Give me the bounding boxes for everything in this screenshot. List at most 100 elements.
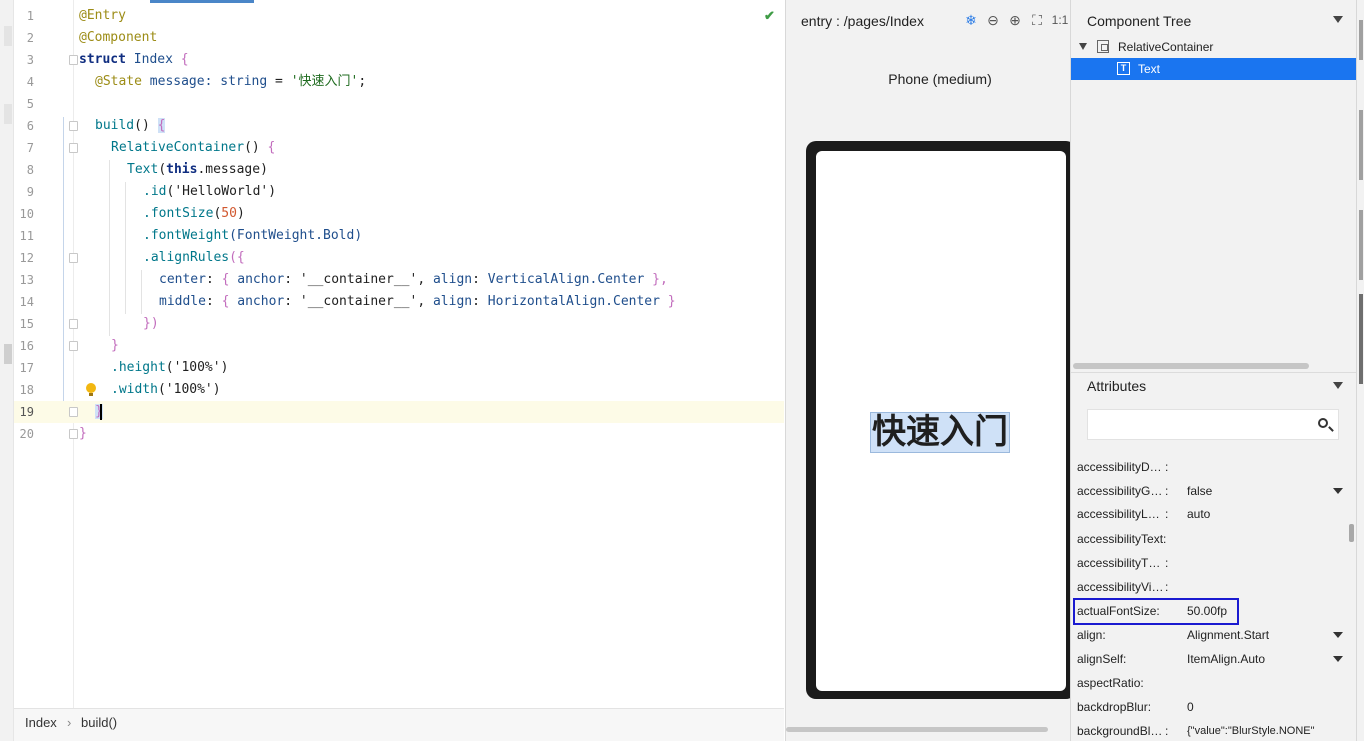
- attribute-value[interactable]: Alignment.Start: [1187, 623, 1269, 647]
- attribute-row[interactable]: align: Alignment.Start: [1071, 623, 1357, 647]
- code-editor[interactable]: ✔ 1 @Entry 2 @Component 3 struct Index {…: [14, 0, 784, 708]
- text-cursor: [100, 404, 102, 420]
- attribute-row[interactable]: accessibilityVi… :: [1071, 575, 1357, 599]
- code-line[interactable]: 5: [14, 93, 784, 115]
- lightbulb-icon[interactable]: [86, 383, 96, 397]
- fold-toggle-icon[interactable]: [69, 407, 78, 417]
- chevron-down-icon[interactable]: [1333, 16, 1343, 23]
- code-line[interactable]: 17 .height('100%'): [14, 357, 784, 379]
- strip-marker[interactable]: [1359, 110, 1363, 180]
- code-text: }: [79, 426, 87, 441]
- code-line[interactable]: 18 .width('100%'): [14, 379, 784, 401]
- line-number: 5: [26, 97, 34, 111]
- fold-toggle-icon[interactable]: [69, 253, 78, 263]
- code-text: .alignRules({: [143, 250, 245, 265]
- fit-screen-icon[interactable]: ⛶: [1029, 12, 1045, 28]
- tree-node-label: Text: [1138, 62, 1161, 76]
- fold-toggle-icon[interactable]: [69, 319, 78, 329]
- left-tool-strip: [0, 0, 14, 741]
- attributes-scrollbar[interactable]: [1349, 524, 1354, 542]
- attribute-row[interactable]: accessibilityText:: [1071, 527, 1357, 551]
- horizontal-scrollbar[interactable]: [786, 727, 1048, 732]
- code-text: .fontSize(50): [143, 206, 245, 221]
- fold-toggle-icon[interactable]: [69, 429, 78, 439]
- dropdown-arrow-icon[interactable]: [1333, 656, 1343, 662]
- attribute-row[interactable]: accessibilityD… :: [1071, 455, 1357, 479]
- freeze-icon[interactable]: ❄: [963, 12, 979, 28]
- code-line[interactable]: 20 }: [14, 423, 784, 445]
- code-text: @Component: [79, 30, 158, 45]
- code-line-current[interactable]: 19 }: [14, 401, 784, 423]
- active-tab-indicator: [150, 0, 254, 3]
- fold-toggle-icon[interactable]: [69, 143, 78, 153]
- attribute-key: accessibilityText:: [1077, 532, 1167, 546]
- code-line[interactable]: 16 }: [14, 335, 784, 357]
- code-line[interactable]: 13 center: { anchor: '__container__', al…: [14, 269, 784, 291]
- zoom-in-icon[interactable]: ⊕: [1007, 12, 1023, 28]
- code-line[interactable]: 14 middle: { anchor: '__container__', al…: [14, 291, 784, 313]
- phone-screen[interactable]: 快速入门: [816, 151, 1066, 691]
- line-number: 15: [19, 317, 34, 331]
- fold-toggle-icon[interactable]: [69, 55, 78, 65]
- code-line[interactable]: 10 .fontSize(50): [14, 203, 784, 225]
- code-line[interactable]: 9 .id('HelloWorld'): [14, 181, 784, 203]
- attributes-title: Attributes: [1087, 378, 1147, 394]
- code-text: struct Index {: [79, 52, 189, 67]
- fold-toggle-icon[interactable]: [69, 121, 78, 131]
- search-icon[interactable]: [1318, 418, 1328, 428]
- code-text: RelativeContainer() {: [111, 140, 276, 155]
- attribute-row[interactable]: accessibilityT… :: [1071, 551, 1357, 575]
- code-line[interactable]: 12 .alignRules({: [14, 247, 784, 269]
- attribute-key: align:: [1077, 628, 1106, 642]
- code-line[interactable]: 3 struct Index {: [14, 49, 784, 71]
- line-number: 4: [26, 75, 34, 89]
- actual-size-icon[interactable]: 1:1: [1050, 12, 1070, 28]
- breadcrumb: Index › build(): [14, 708, 784, 741]
- code-line[interactable]: 11 .fontWeight(FontWeight.Bold): [14, 225, 784, 247]
- dropdown-arrow-icon[interactable]: [1333, 632, 1343, 638]
- breadcrumb-item[interactable]: Index: [25, 715, 57, 730]
- line-number: 20: [19, 427, 34, 441]
- chevron-down-icon[interactable]: [1333, 382, 1343, 389]
- attribute-value[interactable]: 0: [1187, 695, 1194, 719]
- tree-node-text[interactable]: T Text: [1071, 58, 1357, 80]
- tree-node-relative-container[interactable]: RelativeContainer: [1071, 36, 1357, 58]
- attribute-row[interactable]: accessibilityG… : false: [1071, 479, 1357, 503]
- code-text: middle: { anchor: '__container__', align…: [159, 294, 676, 309]
- attribute-row[interactable]: accessibilityL… : auto: [1071, 502, 1357, 526]
- zoom-out-icon[interactable]: ⊖: [985, 12, 1001, 28]
- attribute-colon: :: [1165, 460, 1169, 474]
- code-text: @State message: string = '快速入门';: [95, 74, 367, 89]
- code-line[interactable]: 7 RelativeContainer() {: [14, 137, 784, 159]
- attribute-value[interactable]: false: [1187, 479, 1212, 503]
- previewer-toolbar: entry : /pages/Index ❄ ⊖ ⊕ ⛶ 1:1: [786, 6, 1071, 36]
- code-line[interactable]: 8 Text(this.message): [14, 159, 784, 181]
- code-line[interactable]: 15 }): [14, 313, 784, 335]
- code-line[interactable]: 1 @Entry: [14, 5, 784, 27]
- strip-marker[interactable]: [1359, 294, 1363, 384]
- attribute-value[interactable]: auto: [1187, 502, 1210, 526]
- attribute-value[interactable]: {"value":"BlurStyle.NONE": [1187, 719, 1315, 741]
- preview-text-component[interactable]: 快速入门: [870, 412, 1010, 453]
- code-line[interactable]: 2 @Component: [14, 27, 784, 49]
- attribute-row[interactable]: alignSelf: ItemAlign.Auto: [1071, 647, 1357, 671]
- attribute-search-input[interactable]: [1087, 409, 1339, 440]
- breadcrumb-item[interactable]: build(): [81, 715, 117, 730]
- dropdown-arrow-icon[interactable]: [1333, 488, 1343, 494]
- code-line[interactable]: 6 build() {: [14, 115, 784, 137]
- strip-marker[interactable]: [1359, 20, 1363, 60]
- line-number: 3: [26, 53, 34, 67]
- code-line[interactable]: 4 @State message: string = '快速入门';: [14, 71, 784, 93]
- attribute-row[interactable]: aspectRatio:: [1071, 671, 1357, 695]
- attribute-value[interactable]: ItemAlign.Auto: [1187, 647, 1265, 671]
- attribute-row[interactable]: backdropBlur: 0: [1071, 695, 1357, 719]
- fold-toggle-icon[interactable]: [69, 341, 78, 351]
- attribute-key: aspectRatio:: [1077, 676, 1144, 690]
- tree-scrollbar[interactable]: [1073, 363, 1309, 369]
- device-name: Phone (medium): [888, 71, 992, 87]
- strip-marker[interactable]: [1359, 210, 1363, 280]
- tree-expand-icon[interactable]: [1079, 43, 1087, 50]
- text-component-icon: T: [1117, 62, 1130, 75]
- attribute-row[interactable]: backgroundBl… : {"value":"BlurStyle.NONE…: [1071, 719, 1357, 741]
- container-icon: [1097, 40, 1109, 53]
